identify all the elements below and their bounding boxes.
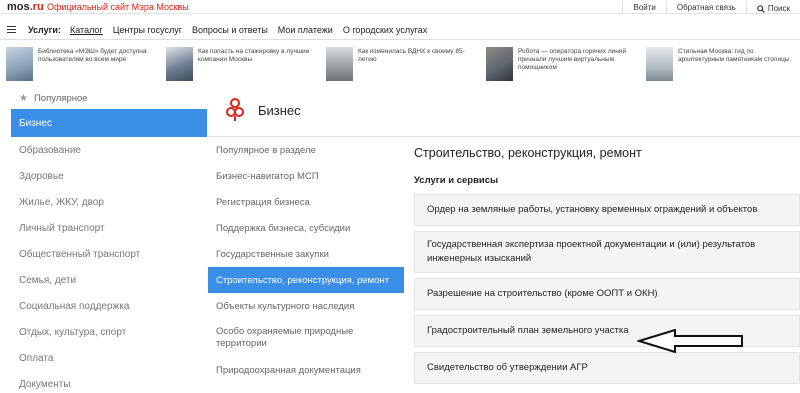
sidebar-item-health[interactable]: Здоровье (11, 163, 207, 189)
sidebar-item-personal-transport[interactable]: Личный транспорт (11, 215, 207, 241)
news-text: Как изменилась ВДНХ к своему 85-летию (358, 48, 465, 63)
news-item[interactable]: Как изменилась ВДНХ к своему 85-летию (320, 43, 480, 83)
services-navbar: Услуги: Каталог Центры госуслуг Вопросы … (0, 20, 800, 40)
business-icon (226, 98, 244, 121)
subnav-item-business-navigator[interactable]: Бизнес-навигатор МСП (208, 163, 404, 189)
subnav-item-popular[interactable]: Популярное в разделе (208, 137, 404, 163)
login-link[interactable]: Войти (622, 0, 665, 14)
subsection-nav: Популярное в разделе Бизнес-навигатор МС… (208, 137, 404, 383)
site-title[interactable]: Официальный сайт Мэра Москвы (47, 2, 189, 12)
news-text: Библиотека «МЭШ» будет доступна пользова… (38, 48, 147, 63)
menu-icon[interactable] (7, 26, 16, 33)
sidebar-item-label: Популярное (33, 92, 88, 104)
content-title: Строительство, реконструкция, ремонт (414, 146, 642, 160)
sidebar-item-business[interactable]: Бизнес (11, 109, 207, 137)
star-icon: ★ (19, 92, 28, 104)
nav-items: Каталог Центры госуслуг Вопросы и ответы… (70, 25, 427, 35)
sidebar-item-public-transport[interactable]: Общественный транспорт (11, 241, 207, 267)
subnav-item-procurement[interactable]: Государственные закупки (208, 241, 404, 267)
news-thumbnail (326, 47, 353, 81)
sidebar-item-social-support[interactable]: Социальная поддержка (11, 293, 207, 319)
sidebar-item-popular[interactable]: ★ Популярное (11, 87, 207, 109)
service-card-excavation-order[interactable]: Ордер на земляные работы, установку врем… (414, 194, 800, 226)
news-thumbnail (6, 47, 33, 81)
sidebar-item-family[interactable]: Семья, дети (11, 267, 207, 293)
search-icon (757, 4, 765, 13)
annotation-arrow-icon (637, 329, 743, 353)
sidebar-item-leisure[interactable]: Отдых, культура, спорт (11, 319, 207, 345)
category-sidebar: ★ Популярное Бизнес Образование Здоровье… (11, 87, 207, 393)
services-section-label: Услуги и сервисы (414, 175, 499, 186)
sidebar-item-documents[interactable]: Документы (11, 371, 207, 393)
page-title: Бизнес (258, 103, 301, 118)
service-card-agr-certificate[interactable]: Свидетельство об утверждении АГР (414, 352, 800, 384)
news-text: Стильная Москва: гид по архитектурным па… (678, 48, 790, 63)
service-card-building-permit[interactable]: Разрешение на строительство (кроме ООПТ … (414, 278, 800, 310)
news-item[interactable]: Библиотека «МЭШ» будет доступна пользова… (0, 43, 160, 83)
news-item[interactable]: Как попасть на стажировку в лучшие компа… (160, 43, 320, 83)
nav-service-centers[interactable]: Центры госуслуг (113, 25, 182, 35)
subnav-item-environmental-docs[interactable]: Природоохранная документация (208, 357, 404, 383)
news-strip: Библиотека «МЭШ» будет доступна пользова… (0, 43, 800, 83)
site-logo[interactable]: mos.ru (7, 1, 44, 13)
news-text: Как попасть на стажировку в лучшие компа… (198, 48, 310, 63)
nav-faq[interactable]: Вопросы и ответы (192, 25, 268, 35)
feedback-link[interactable]: Обратная связь (665, 0, 746, 14)
nav-catalog[interactable]: Каталог (70, 25, 103, 35)
news-thumbnail (166, 47, 193, 81)
subnav-item-registration[interactable]: Регистрация бизнеса (208, 189, 404, 215)
top-bar: mos.ru Официальный сайт Мэра Москвы Войт… (0, 0, 800, 14)
sidebar-item-payment[interactable]: Оплата (11, 345, 207, 371)
search-label: Поиск (767, 4, 790, 13)
section-header: Бизнес (208, 87, 800, 137)
sidebar-item-education[interactable]: Образование (11, 137, 207, 163)
sidebar-item-housing[interactable]: Жилье, ЖКУ, двор (11, 189, 207, 215)
subnav-item-construction[interactable]: Строительство, реконструкция, ремонт (208, 267, 404, 293)
subnav-item-heritage[interactable]: Объекты культурного наследия (208, 293, 404, 319)
nav-payments[interactable]: Мои платежи (278, 25, 333, 35)
services-label: Услуги: (28, 25, 61, 35)
news-item[interactable]: Робота — оператора горячих линий признал… (480, 43, 640, 83)
news-thumbnail (486, 47, 513, 81)
nav-about-services[interactable]: О городских услугах (343, 25, 427, 35)
service-card-state-expertise[interactable]: Государственная экспертиза проектной док… (414, 231, 800, 273)
news-thumbnail (646, 47, 673, 81)
subnav-item-support[interactable]: Поддержка бизнеса, субсидии (208, 215, 404, 241)
subnav-item-protected-areas[interactable]: Особо охраняемые природные территории (208, 319, 404, 357)
top-right-links: Войти Обратная связь Поиск (622, 0, 800, 14)
news-text: Робота — оператора горячих линий признал… (518, 48, 627, 71)
search-button[interactable]: Поиск (745, 0, 800, 14)
news-item[interactable]: Стильная Москва: гид по архитектурным па… (640, 43, 800, 83)
